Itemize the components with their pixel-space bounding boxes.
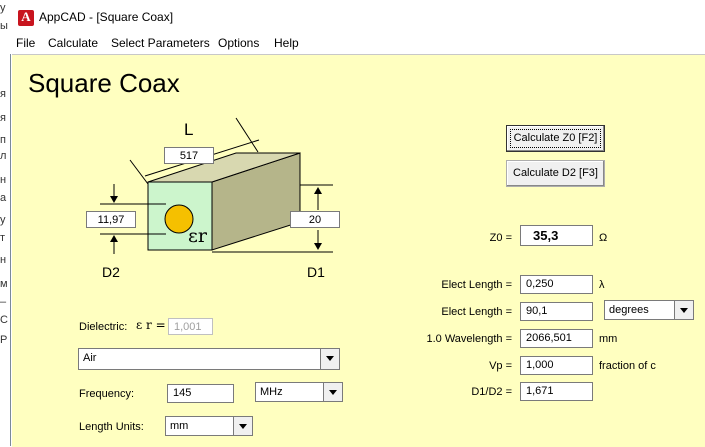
wavelength-label: 1.0 Wavelength = [426, 333, 512, 345]
calculate-d2-button[interactable]: Calculate D2 [F3] [506, 160, 605, 187]
d1-arrowhead-bottom [314, 243, 322, 250]
wavelength-field[interactable]: 2066,501 [520, 329, 593, 348]
elect-length-deg-label: Elect Length = [441, 306, 512, 318]
length-units-value: mm [170, 420, 189, 432]
length-ext-line [235, 117, 259, 153]
chevron-down-icon[interactable] [323, 383, 342, 401]
elect-length-lambda-field[interactable]: 0,250 [520, 275, 593, 294]
length-units-select[interactable]: mm [165, 416, 253, 436]
vp-field[interactable]: 1,000 [520, 356, 593, 375]
angle-unit-select[interactable]: degrees [604, 300, 694, 320]
dielectric-material-select[interactable]: Air [78, 348, 340, 370]
z0-label: Z0 = [489, 232, 512, 244]
epsilon-r-label: εr [188, 225, 207, 247]
angle-unit-value: degrees [609, 304, 649, 316]
calculate-z0-label: Calculate Z0 [F2] [510, 129, 601, 148]
wavelength-unit: mm [599, 333, 618, 345]
elect-length-deg-field[interactable]: 90,1 [520, 302, 593, 321]
vp-unit: fraction of c [599, 360, 656, 372]
d2-arrowhead-top [110, 196, 118, 203]
frequency-label: Frequency: [79, 388, 135, 400]
length-units-label: Length Units: [79, 421, 144, 433]
lambda-unit: λ [599, 279, 605, 291]
length-field[interactable]: 517 [164, 147, 214, 164]
z0-output: 35,3 [520, 225, 593, 246]
vp-label: Vp = [489, 360, 512, 372]
dielectric-material-value: Air [83, 352, 97, 364]
d2-arrowhead-bottom [110, 235, 118, 242]
length-ext-line-left [129, 159, 149, 185]
chevron-down-icon[interactable] [233, 417, 252, 435]
er-field: 1,001 [168, 318, 213, 335]
label-L: L [184, 120, 194, 139]
d1-field[interactable]: 20 [290, 211, 340, 228]
chevron-down-icon[interactable] [320, 349, 339, 369]
d2-field[interactable]: 11,97 [86, 211, 136, 228]
dielectric-label: Dielectric: [79, 321, 128, 333]
label-D1: D1 [307, 264, 325, 280]
d1-arrowhead-top [314, 187, 322, 194]
ohm-unit: Ω [599, 232, 608, 244]
frequency-unit-value: MHz [260, 386, 283, 398]
elect-length-lambda-label: Elect Length = [441, 279, 512, 291]
calculate-z0-button[interactable]: Calculate Z0 [F2] [506, 125, 605, 152]
frequency-unit-select[interactable]: MHz [255, 382, 343, 402]
label-D2: D2 [102, 264, 120, 280]
frequency-field[interactable]: 145 [167, 384, 234, 403]
d1-d2-ratio-field: 1,671 [520, 382, 593, 401]
chevron-down-icon[interactable] [674, 301, 693, 319]
d1-d2-ratio-label: D1/D2 = [471, 386, 512, 398]
er-symbol: ε r = [136, 318, 166, 332]
z0-value: 35,3 [533, 228, 559, 243]
